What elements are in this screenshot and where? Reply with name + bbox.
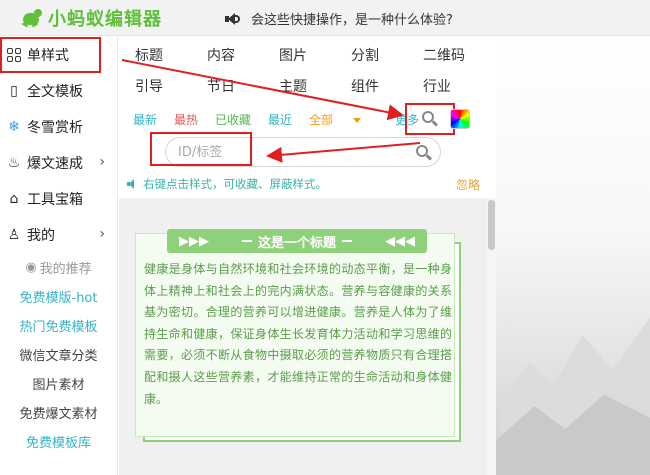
- sidebar-sub-label: 免费模版-hot: [19, 291, 98, 306]
- sidebar-item-label: 我的: [27, 228, 55, 244]
- sidebar-sub-label: 免费爆文素材: [19, 407, 98, 422]
- notice-bar[interactable]: 会这些快捷操作，是一种什么体验?: [225, 9, 453, 28]
- sidebar-sub-label: 我的推荐: [39, 262, 92, 277]
- color-picker-button[interactable]: [450, 109, 470, 129]
- sidebar-item-mine[interactable]: ♙ 我的 ›: [0, 217, 117, 253]
- card-title-inner: 这是一个标题: [236, 232, 358, 251]
- toolbox-icon: ⌂: [9, 191, 19, 207]
- style-card-body: 健康是身体与自然环境和社会环境的动态平衡，是一种身体上精神上和社会上的完内满状态…: [144, 262, 452, 406]
- search-icon[interactable]: [416, 145, 433, 161]
- hint-text: 右键点击样式，可收藏、屏蔽样式。: [143, 177, 327, 191]
- ant-logo-icon: [20, 7, 44, 29]
- category-component[interactable]: 组件: [351, 76, 379, 96]
- template-icon: ▯: [10, 83, 18, 99]
- filter-hottest[interactable]: 最热: [174, 111, 198, 128]
- category-qrcode[interactable]: 二维码: [423, 45, 465, 65]
- speaker-icon: [225, 12, 241, 26]
- chevron-right-icon: ›: [99, 154, 105, 170]
- eye-icon: ◉: [25, 260, 37, 275]
- category-festival[interactable]: 节日: [207, 76, 235, 96]
- arrows-right-icon: ▶▶▶: [179, 233, 209, 249]
- sidebar-item-toolbox[interactable]: ⌂ 工具宝箱: [0, 181, 117, 217]
- logo-text: 小蚂蚁编辑器: [48, 9, 162, 30]
- sidebar: 单样式 ▯ 全文模板 ❄ 冬雪赏析 ♨ 爆文速成 › ⌂ 工具宝箱 ♙ 我的 ›…: [0, 37, 118, 475]
- sidebar-sub-label: 免费模板库: [25, 436, 91, 451]
- speaker-icon: [127, 179, 139, 189]
- top-bar: 小蚂蚁编辑器 会这些快捷操作，是一种什么体验?: [0, 0, 650, 36]
- filter-all-label: 全部: [309, 113, 334, 127]
- sidebar-item-full-template[interactable]: ▯ 全文模板: [0, 73, 117, 109]
- grid-icon: [6, 47, 22, 63]
- app-logo[interactable]: 小蚂蚁编辑器: [20, 5, 162, 31]
- sidebar-sub-free-template-lib[interactable]: 免费模板库: [0, 427, 117, 456]
- sidebar-sub-label: 微信文章分类: [19, 349, 98, 364]
- sidebar-item-viral-article[interactable]: ♨ 爆文速成 ›: [0, 145, 117, 181]
- sidebar-item-label: 全文模板: [27, 84, 83, 100]
- category-content[interactable]: 内容: [207, 45, 235, 65]
- snowflake-icon: ❄: [8, 119, 20, 135]
- sidebar-sub-free-viral-material[interactable]: 免费爆文素材: [0, 398, 117, 427]
- category-image[interactable]: 图片: [279, 45, 307, 65]
- search-input-highlight: [150, 132, 252, 166]
- chevron-right-icon: ›: [99, 226, 105, 242]
- filter-favorited[interactable]: 已收藏: [215, 111, 251, 128]
- notice-text: 会这些快捷操作，是一种什么体验?: [251, 13, 453, 28]
- search-toggle-button[interactable]: [405, 103, 455, 135]
- sidebar-item-single-style[interactable]: 单样式: [0, 37, 101, 73]
- category-divider[interactable]: 分割: [351, 45, 379, 65]
- sidebar-item-winter-snow[interactable]: ❄ 冬雪赏析: [0, 109, 117, 145]
- ignore-link[interactable]: 忽略: [456, 176, 480, 193]
- sidebar-sub-image-material[interactable]: 图片素材: [0, 369, 117, 398]
- filter-bar: 最新 最热 已收藏 最近 全部 更多: [133, 111, 436, 128]
- card-title-text: 这是一个标题: [257, 235, 336, 251]
- hint-bar: 右键点击样式，可收藏、屏蔽样式。: [127, 176, 327, 192]
- sidebar-sub-label: 图片素材: [32, 378, 85, 393]
- category-theme[interactable]: 主题: [279, 76, 307, 96]
- filter-all[interactable]: 全部: [309, 111, 378, 128]
- preview-scrollbar[interactable]: [487, 198, 496, 475]
- sidebar-sub-free-template-hot[interactable]: 免费模版-hot: [0, 282, 117, 311]
- sidebar-item-label: 单样式: [27, 48, 69, 64]
- user-icon: ♙: [7, 227, 21, 243]
- category-title[interactable]: 标题: [135, 45, 163, 65]
- sidebar-sub-popular-free[interactable]: 热门免费模板: [0, 311, 117, 340]
- category-guide[interactable]: 引导: [135, 76, 163, 96]
- filter-recent[interactable]: 最近: [268, 111, 292, 128]
- sidebar-sub-label: 热门免费模板: [19, 320, 98, 335]
- sidebar-item-label: 冬雪赏析: [27, 120, 83, 136]
- caret-down-icon: [353, 118, 362, 123]
- style-card-title-bar: ▶▶▶ 这是一个标题 ◀◀◀: [167, 229, 427, 253]
- sidebar-sub-my-recommend[interactable]: ◉ 我的推荐: [0, 253, 117, 282]
- sidebar-item-label: 爆文速成: [27, 156, 83, 172]
- search-icon: [422, 111, 439, 127]
- scrollbar-thumb[interactable]: [488, 200, 495, 250]
- sidebar-item-label: 工具宝箱: [27, 192, 83, 208]
- filter-newest[interactable]: 最新: [133, 111, 157, 128]
- sidebar-sub-wechat-category[interactable]: 微信文章分类: [0, 340, 117, 369]
- category-industry[interactable]: 行业: [423, 76, 451, 96]
- arrows-left-icon: ◀◀◀: [384, 233, 415, 249]
- style-panel: 标题 内容 图片 分割 二维码 引导 节日 主题 组件 行业 最新 最热 已收藏…: [119, 37, 496, 197]
- lightbulb-icon: ♨: [7, 155, 21, 171]
